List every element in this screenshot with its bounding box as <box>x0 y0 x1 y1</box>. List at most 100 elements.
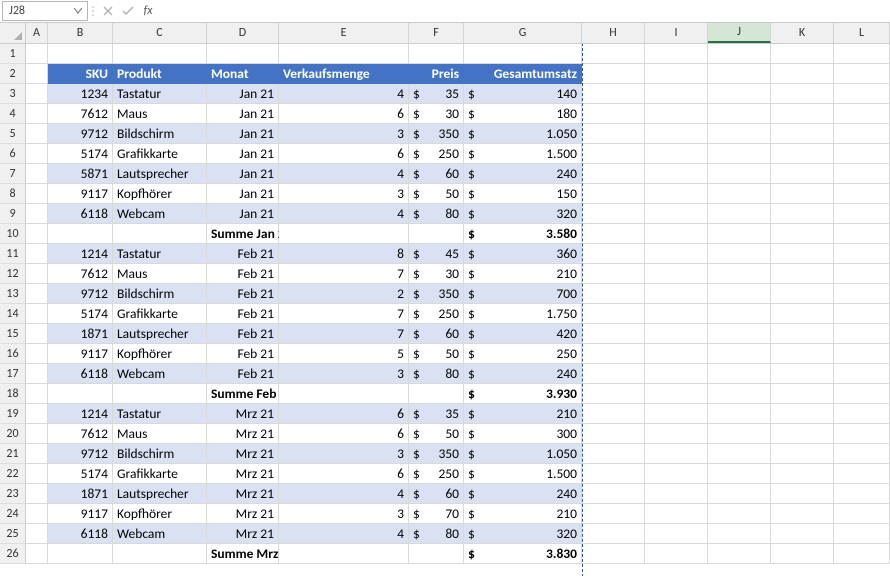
cell-umsatz[interactable]: $360 <box>464 244 582 264</box>
cell-preis[interactable]: $50 <box>409 184 464 204</box>
cell[interactable] <box>834 124 890 144</box>
row-header[interactable]: 2 <box>0 64 26 84</box>
cell-sku[interactable]: 9117 <box>48 504 113 524</box>
cell[interactable] <box>582 364 645 384</box>
cell[interactable] <box>771 324 834 344</box>
cell[interactable] <box>834 164 890 184</box>
cell-monat[interactable]: Jan 21 <box>207 124 279 144</box>
cell-sku[interactable]: 1234 <box>48 84 113 104</box>
cell-menge[interactable]: 3 <box>279 444 409 464</box>
cell-produkt[interactable]: Grafikkarte <box>113 304 207 324</box>
cell[interactable] <box>582 224 645 244</box>
cell-monat[interactable]: Feb 21 <box>207 364 279 384</box>
cell[interactable] <box>708 284 771 304</box>
row-header[interactable]: 26 <box>0 544 26 564</box>
cell[interactable] <box>582 324 645 344</box>
cell[interactable] <box>26 504 48 524</box>
cell[interactable] <box>645 204 708 224</box>
cell-sku[interactable]: 7612 <box>48 264 113 284</box>
row-header[interactable]: 23 <box>0 484 26 504</box>
cell[interactable] <box>26 64 48 84</box>
row-header[interactable]: 12 <box>0 264 26 284</box>
cell[interactable] <box>645 524 708 544</box>
cell-produkt[interactable]: Kopfhörer <box>113 504 207 524</box>
cell-umsatz[interactable]: $1.500 <box>464 144 582 164</box>
cell[interactable] <box>582 184 645 204</box>
cell-menge[interactable]: 6 <box>279 404 409 424</box>
cell-sku[interactable]: 7612 <box>48 424 113 444</box>
cell-preis[interactable]: $350 <box>409 444 464 464</box>
cell-monat[interactable]: Feb 21 <box>207 304 279 324</box>
col-header-K[interactable]: K <box>771 23 834 43</box>
col-header-G[interactable]: G <box>464 23 582 43</box>
cell-umsatz[interactable]: $210 <box>464 264 582 284</box>
row-header[interactable]: 7 <box>0 164 26 184</box>
cell[interactable] <box>834 424 890 444</box>
row-header[interactable]: 13 <box>0 284 26 304</box>
cell[interactable] <box>771 384 834 404</box>
cell[interactable] <box>582 104 645 124</box>
cell[interactable] <box>26 384 48 404</box>
cell[interactable] <box>279 544 409 564</box>
cell-sku[interactable]: 5174 <box>48 464 113 484</box>
cell[interactable] <box>771 184 834 204</box>
chevron-down-icon[interactable] <box>73 6 83 16</box>
cell-umsatz[interactable]: $240 <box>464 364 582 384</box>
row-header[interactable]: 25 <box>0 524 26 544</box>
summary-total[interactable]: $3.580 <box>464 224 582 244</box>
cell-preis[interactable]: $30 <box>409 264 464 284</box>
cell[interactable] <box>834 504 890 524</box>
cell[interactable] <box>771 244 834 264</box>
cell-menge[interactable]: 4 <box>279 164 409 184</box>
cell[interactable] <box>771 424 834 444</box>
cell[interactable] <box>26 324 48 344</box>
cell[interactable] <box>464 44 582 64</box>
cell-preis[interactable]: $80 <box>409 364 464 384</box>
cell[interactable] <box>771 544 834 564</box>
cell-umsatz[interactable]: $210 <box>464 404 582 424</box>
cell[interactable] <box>645 244 708 264</box>
cell-preis[interactable]: $60 <box>409 164 464 184</box>
cell[interactable] <box>26 544 48 564</box>
cell-sku[interactable]: 9117 <box>48 184 113 204</box>
table-header-sku[interactable]: SKU <box>48 64 113 84</box>
cell-monat[interactable]: Mrz 21 <box>207 464 279 484</box>
cell-menge[interactable]: 4 <box>279 484 409 504</box>
cell-menge[interactable]: 7 <box>279 304 409 324</box>
cell[interactable] <box>771 524 834 544</box>
cell[interactable] <box>834 204 890 224</box>
cell[interactable] <box>834 224 890 244</box>
cell[interactable] <box>26 264 48 284</box>
cell[interactable] <box>113 224 207 244</box>
cell[interactable] <box>48 44 113 64</box>
cell[interactable] <box>48 544 113 564</box>
cell[interactable] <box>771 164 834 184</box>
cell-produkt[interactable]: Grafikkarte <box>113 144 207 164</box>
cell-preis[interactable]: $250 <box>409 304 464 324</box>
cell-menge[interactable]: 6 <box>279 104 409 124</box>
cell-monat[interactable]: Jan 21 <box>207 164 279 184</box>
row-header[interactable]: 6 <box>0 144 26 164</box>
cell[interactable] <box>708 164 771 184</box>
cell-produkt[interactable]: Webcam <box>113 204 207 224</box>
cell-umsatz[interactable]: $250 <box>464 344 582 364</box>
cell-menge[interactable]: 4 <box>279 84 409 104</box>
row-header[interactable]: 21 <box>0 444 26 464</box>
cell[interactable] <box>834 544 890 564</box>
cell[interactable] <box>771 44 834 64</box>
cell-preis[interactable]: $35 <box>409 404 464 424</box>
cell-preis[interactable]: $250 <box>409 464 464 484</box>
col-header-D[interactable]: D <box>207 23 279 43</box>
col-header-F[interactable]: F <box>409 23 464 43</box>
cell[interactable] <box>708 504 771 524</box>
cell-preis[interactable]: $60 <box>409 324 464 344</box>
table-header-umsatz[interactable]: Gesamtumsatz <box>464 64 582 84</box>
cell[interactable] <box>26 184 48 204</box>
row-header[interactable]: 19 <box>0 404 26 424</box>
cell-umsatz[interactable]: $180 <box>464 104 582 124</box>
cell[interactable] <box>771 144 834 164</box>
cell[interactable] <box>834 464 890 484</box>
summary-label[interactable]: Summe Jan 21 <box>207 224 279 244</box>
cell[interactable] <box>582 44 645 64</box>
cell[interactable] <box>771 344 834 364</box>
